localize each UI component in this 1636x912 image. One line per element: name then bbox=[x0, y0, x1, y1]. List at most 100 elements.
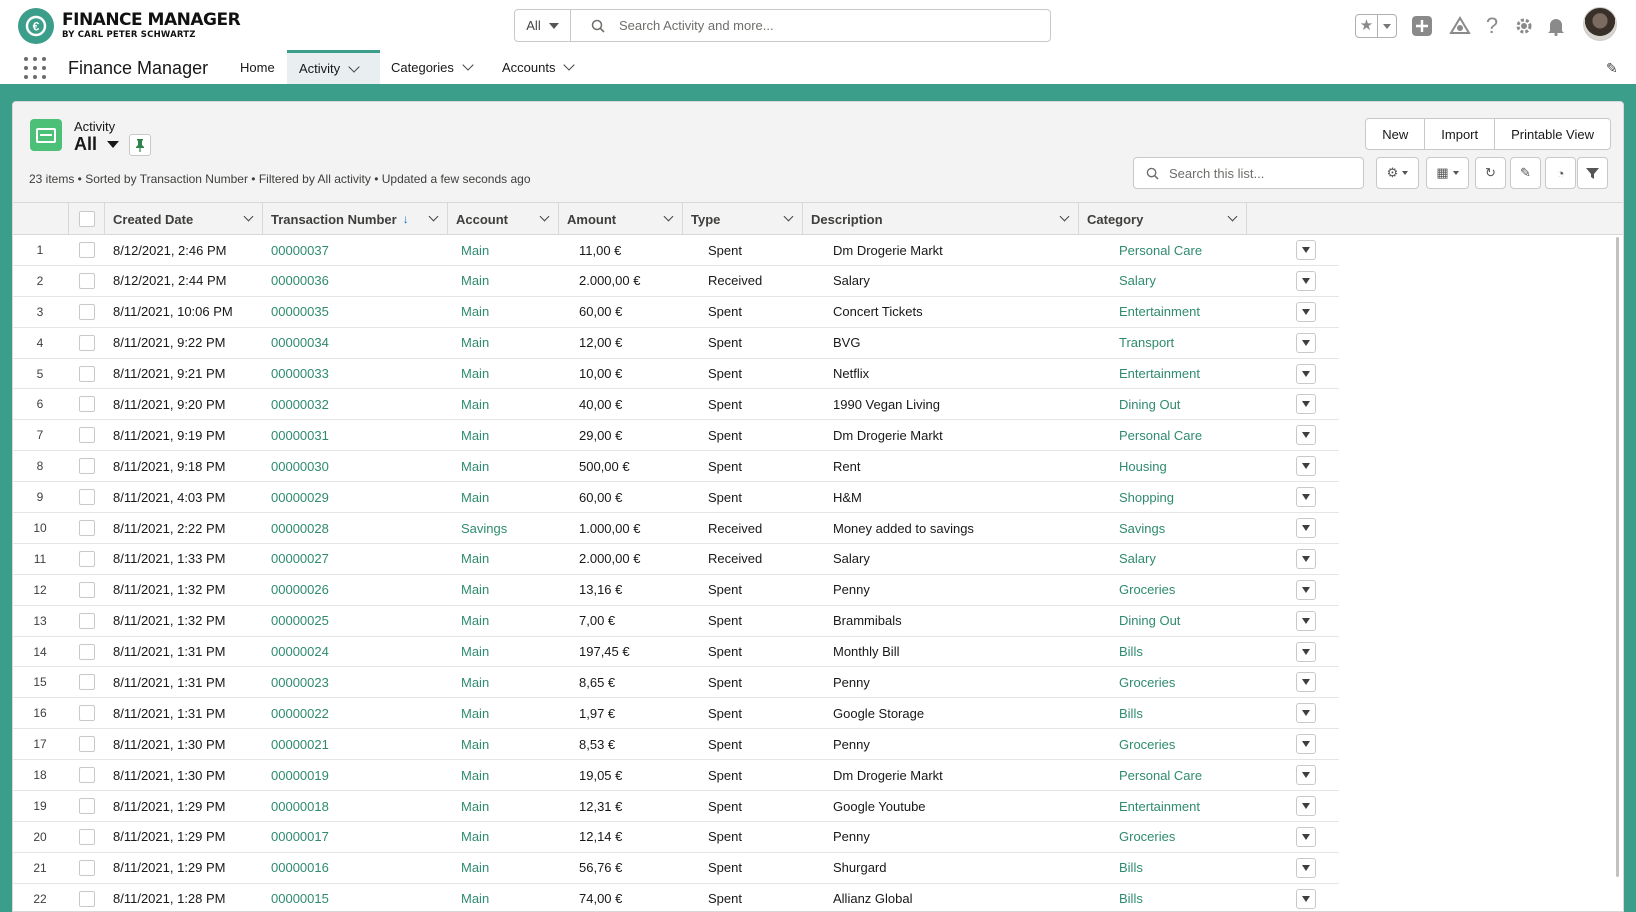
transaction-number-link[interactable]: 00000033 bbox=[271, 359, 329, 389]
account-link[interactable]: Main bbox=[461, 698, 489, 728]
column-header-transaction-number[interactable]: Transaction Number ↓ bbox=[263, 203, 448, 235]
transaction-number-link[interactable]: 00000015 bbox=[271, 884, 329, 911]
chevron-down-icon[interactable] bbox=[428, 211, 439, 222]
row-actions-menu[interactable] bbox=[1296, 487, 1316, 508]
row-actions-menu[interactable] bbox=[1296, 270, 1316, 291]
transaction-number-link[interactable]: 00000032 bbox=[271, 389, 329, 419]
column-header-description[interactable]: Description bbox=[803, 203, 1079, 235]
category-link[interactable]: Groceries bbox=[1119, 575, 1175, 605]
column-header-account[interactable]: Account bbox=[448, 203, 559, 235]
row-actions-menu[interactable] bbox=[1296, 456, 1316, 477]
chevron-down-icon[interactable] bbox=[563, 59, 576, 71]
category-link[interactable]: Dining Out bbox=[1119, 389, 1180, 419]
row-actions-menu[interactable] bbox=[1296, 857, 1316, 878]
pin-icon[interactable] bbox=[129, 134, 151, 156]
row-checkbox[interactable] bbox=[79, 242, 95, 258]
gear-icon[interactable] bbox=[1512, 14, 1536, 38]
row-actions-menu[interactable] bbox=[1296, 518, 1316, 539]
category-link[interactable]: Personal Care bbox=[1119, 760, 1202, 790]
list-controls-button[interactable]: ⚙ bbox=[1376, 157, 1419, 189]
favorites-button[interactable]: ★ bbox=[1355, 14, 1397, 38]
chevron-down-icon[interactable] bbox=[462, 59, 474, 71]
category-link[interactable]: Salary bbox=[1119, 544, 1156, 574]
transaction-number-link[interactable]: 00000031 bbox=[271, 420, 329, 450]
row-checkbox[interactable] bbox=[79, 859, 95, 876]
chevron-down-icon[interactable] bbox=[1378, 23, 1396, 29]
row-actions-menu[interactable] bbox=[1296, 394, 1316, 415]
transaction-number-link[interactable]: 00000022 bbox=[271, 698, 329, 728]
transaction-number-link[interactable]: 00000023 bbox=[271, 667, 329, 697]
tab-categories[interactable]: Categories bbox=[379, 50, 484, 84]
column-header-category[interactable]: Category bbox=[1079, 203, 1247, 235]
app-launcher-icon[interactable] bbox=[24, 57, 46, 79]
row-checkbox[interactable] bbox=[79, 798, 95, 815]
row-checkbox[interactable] bbox=[79, 890, 95, 907]
category-link[interactable]: Groceries bbox=[1119, 729, 1175, 759]
row-checkbox[interactable] bbox=[79, 581, 95, 598]
transaction-number-link[interactable]: 00000017 bbox=[271, 822, 329, 852]
category-link[interactable]: Bills bbox=[1119, 884, 1143, 911]
row-checkbox[interactable] bbox=[79, 396, 95, 413]
row-actions-menu[interactable] bbox=[1296, 548, 1316, 569]
row-actions-menu[interactable] bbox=[1296, 425, 1316, 446]
row-actions-menu[interactable] bbox=[1296, 610, 1316, 631]
transaction-number-link[interactable]: 00000036 bbox=[271, 266, 329, 296]
transaction-number-link[interactable]: 00000035 bbox=[271, 297, 329, 327]
category-link[interactable]: Groceries bbox=[1119, 822, 1175, 852]
row-actions-menu[interactable] bbox=[1296, 734, 1316, 755]
transaction-number-link[interactable]: 00000029 bbox=[271, 482, 329, 512]
row-actions-menu[interactable] bbox=[1296, 363, 1316, 384]
row-actions-menu[interactable] bbox=[1296, 672, 1316, 693]
account-link[interactable]: Main bbox=[461, 853, 489, 883]
account-link[interactable]: Main bbox=[461, 359, 489, 389]
account-link[interactable]: Main bbox=[461, 637, 489, 667]
transaction-number-link[interactable]: 00000019 bbox=[271, 760, 329, 790]
filter-button[interactable] bbox=[1577, 157, 1608, 189]
transaction-number-link[interactable]: 00000030 bbox=[271, 451, 329, 481]
account-link[interactable]: Main bbox=[461, 328, 489, 358]
category-link[interactable]: Groceries bbox=[1119, 667, 1175, 697]
select-all-checkbox[interactable] bbox=[79, 211, 95, 227]
row-checkbox[interactable] bbox=[79, 767, 95, 784]
row-actions-menu[interactable] bbox=[1296, 796, 1316, 817]
row-checkbox[interactable] bbox=[79, 303, 95, 320]
category-link[interactable]: Bills bbox=[1119, 637, 1143, 667]
chevron-down-icon[interactable] bbox=[348, 60, 360, 73]
row-checkbox[interactable] bbox=[79, 612, 95, 629]
category-link[interactable]: Housing bbox=[1119, 451, 1167, 481]
category-link[interactable]: Salary bbox=[1119, 266, 1156, 296]
app-logo[interactable]: € FINANCE MANAGER BY CARL PETER SCHWARTZ bbox=[18, 8, 241, 44]
row-checkbox[interactable] bbox=[79, 427, 95, 444]
charts-button[interactable]: ◔ bbox=[1545, 157, 1576, 189]
avatar[interactable] bbox=[1583, 7, 1617, 41]
account-link[interactable]: Main bbox=[461, 575, 489, 605]
category-link[interactable]: Bills bbox=[1119, 853, 1143, 883]
account-link[interactable]: Main bbox=[461, 884, 489, 911]
tab-accounts[interactable]: Accounts bbox=[490, 50, 585, 84]
account-link[interactable]: Main bbox=[461, 297, 489, 327]
row-actions-menu[interactable] bbox=[1296, 332, 1316, 353]
row-actions-menu[interactable] bbox=[1296, 641, 1316, 662]
category-link[interactable]: Personal Care bbox=[1119, 235, 1202, 265]
category-link[interactable]: Personal Care bbox=[1119, 420, 1202, 450]
bell-icon[interactable] bbox=[1544, 14, 1568, 38]
printable-view-button[interactable]: Printable View bbox=[1495, 119, 1610, 149]
account-link[interactable]: Savings bbox=[461, 513, 507, 543]
list-view-selector[interactable]: All bbox=[74, 134, 120, 155]
row-actions-menu[interactable] bbox=[1296, 579, 1316, 600]
account-link[interactable]: Main bbox=[461, 544, 489, 574]
list-search-input[interactable]: Search this list... bbox=[1133, 157, 1364, 189]
row-checkbox[interactable] bbox=[79, 334, 95, 351]
account-link[interactable]: Main bbox=[461, 606, 489, 636]
transaction-number-link[interactable]: 00000021 bbox=[271, 729, 329, 759]
row-checkbox[interactable] bbox=[79, 489, 95, 506]
row-checkbox[interactable] bbox=[79, 736, 95, 753]
account-link[interactable]: Main bbox=[461, 420, 489, 450]
refresh-button[interactable]: ↻ bbox=[1475, 157, 1506, 189]
transaction-number-link[interactable]: 00000027 bbox=[271, 544, 329, 574]
row-checkbox[interactable] bbox=[79, 828, 95, 845]
transaction-number-link[interactable]: 00000034 bbox=[271, 328, 329, 358]
column-header-amount[interactable]: Amount bbox=[559, 203, 683, 235]
account-link[interactable]: Main bbox=[461, 235, 489, 265]
account-link[interactable]: Main bbox=[461, 729, 489, 759]
